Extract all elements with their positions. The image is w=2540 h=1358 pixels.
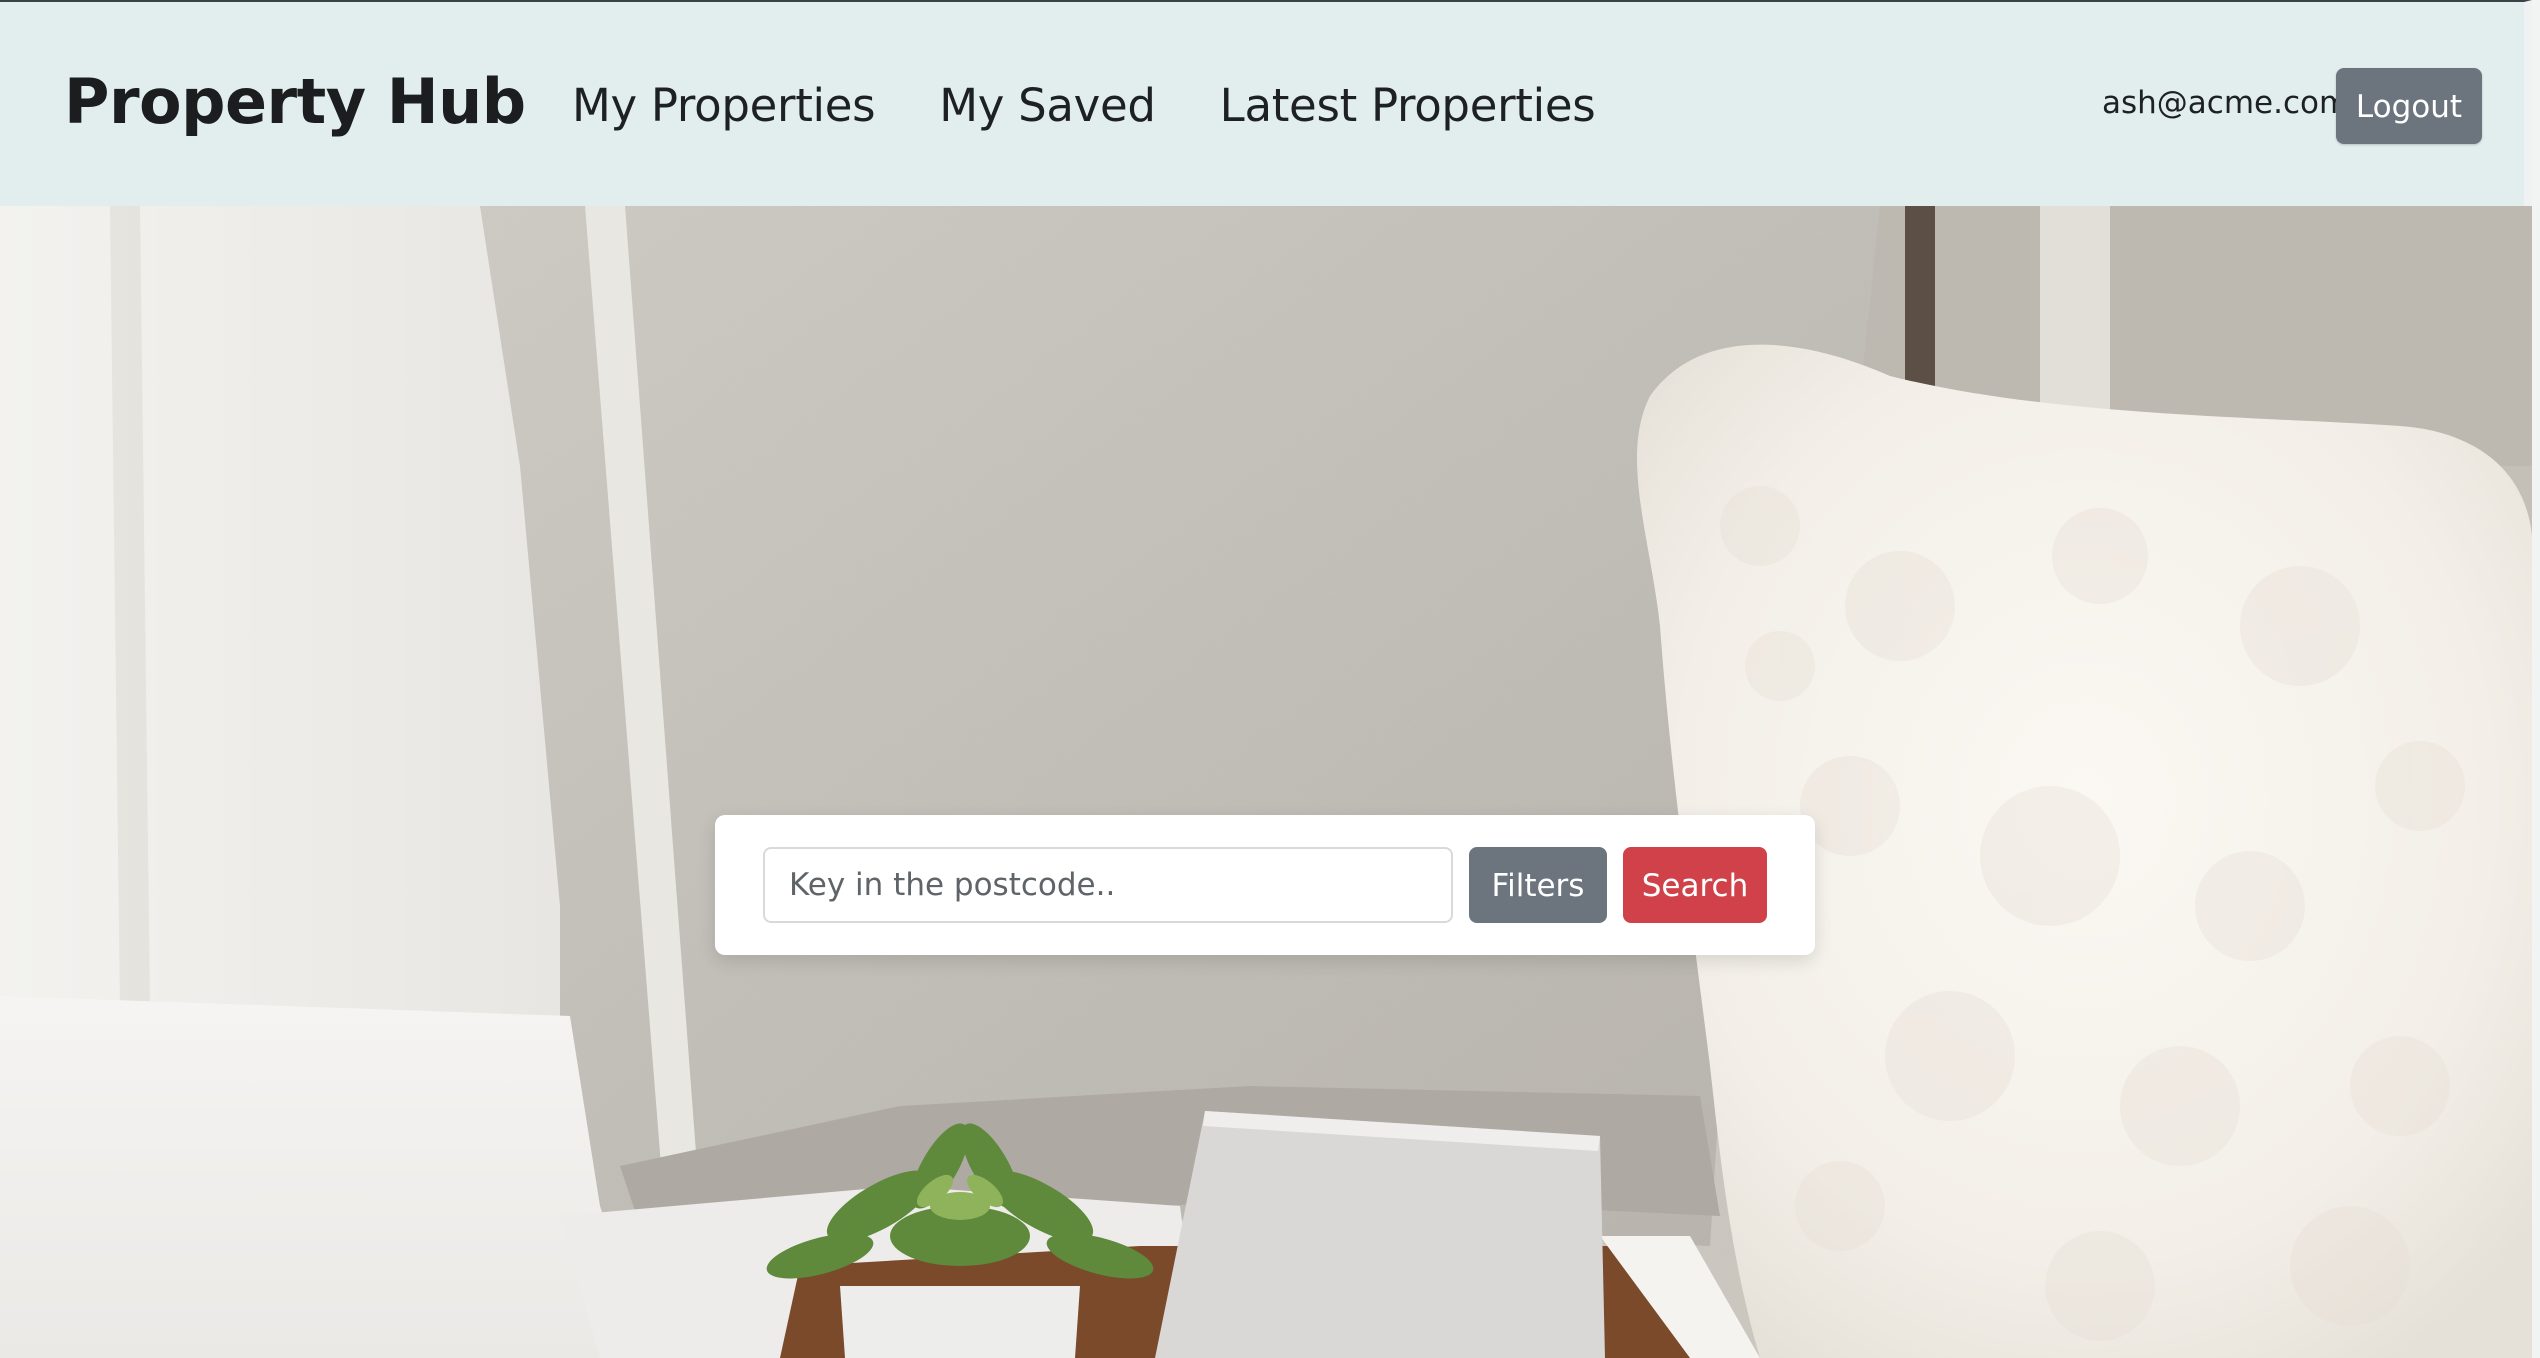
main-nav: My Properties My Saved Latest Properties: [572, 76, 1659, 136]
window-right-edge: [2532, 0, 2540, 1358]
nav-link-my-properties[interactable]: My Properties: [572, 76, 876, 136]
search-button[interactable]: Search: [1623, 847, 1767, 923]
logout-button[interactable]: Logout: [2336, 68, 2482, 144]
search-card: Filters Search: [715, 815, 1815, 955]
user-email: ash@acme.com: [2102, 85, 2350, 121]
nav-link-latest-properties[interactable]: Latest Properties: [1220, 76, 1596, 136]
hero-background-image: [0, 206, 2532, 1358]
postcode-search-input[interactable]: [763, 847, 1453, 923]
hero-photo-illustration: [0, 206, 2532, 1358]
filters-button[interactable]: Filters: [1469, 847, 1607, 923]
top-navbar: Property Hub My Properties My Saved Late…: [0, 0, 2532, 206]
page: Property Hub My Properties My Saved Late…: [0, 0, 2540, 1358]
nav-link-my-saved[interactable]: My Saved: [939, 76, 1156, 136]
brand-logo-text[interactable]: Property Hub: [64, 64, 526, 140]
